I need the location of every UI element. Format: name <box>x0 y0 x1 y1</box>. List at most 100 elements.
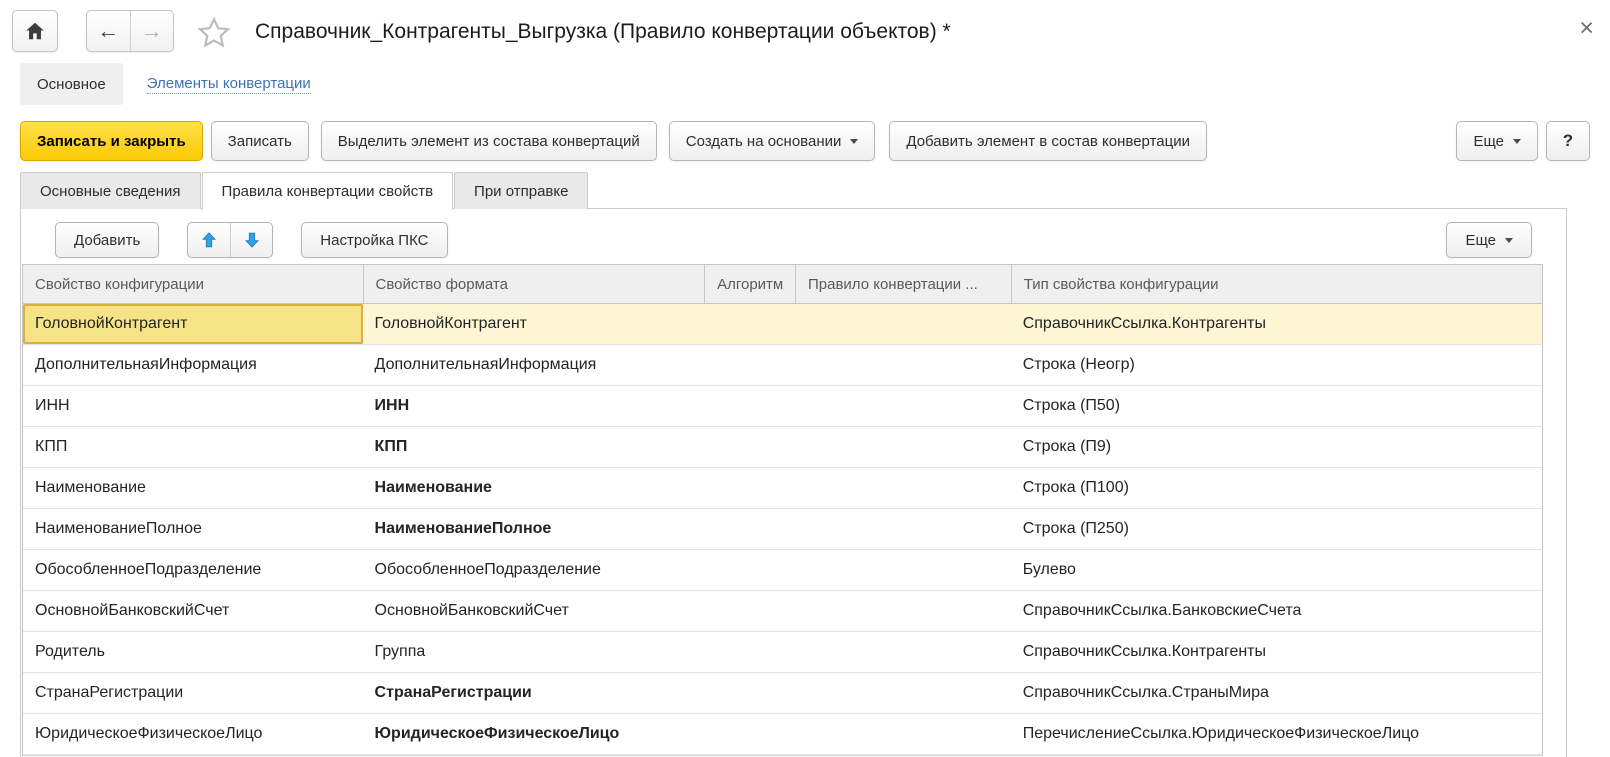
move-buttons-group <box>187 222 273 258</box>
cell-config-property-type[interactable]: СправочникСсылка.СтраныМира <box>1011 673 1542 713</box>
cell-config-property[interactable]: ОсновнойБанковскийСчет <box>23 591 363 631</box>
cell-algorithm[interactable] <box>704 550 795 590</box>
table-row[interactable]: ИНН ИНН Строка (П50) <box>23 386 1542 427</box>
cell-conversion-rule[interactable] <box>795 632 1011 672</box>
cell-format-property[interactable]: ГоловнойКонтрагент <box>363 304 705 344</box>
table-row[interactable]: СтранаРегистрации СтранаРегистрации Спра… <box>23 673 1542 714</box>
extract-element-button[interactable]: Выделить элемент из состава конвертаций <box>321 121 657 161</box>
save-and-close-button[interactable]: Записать и закрыть <box>20 121 203 161</box>
cell-algorithm[interactable] <box>704 468 795 508</box>
table-row[interactable]: ЮридическоеФизическоеЛицо ЮридическоеФиз… <box>23 714 1542 755</box>
cell-algorithm[interactable] <box>704 673 795 713</box>
cell-conversion-rule[interactable] <box>795 304 1011 344</box>
move-down-icon <box>243 231 261 249</box>
nav-main-tab[interactable]: Основное <box>20 63 123 105</box>
cell-format-property[interactable]: КПП <box>363 427 705 467</box>
cell-config-property-type[interactable]: Строка (П50) <box>1011 386 1542 426</box>
tab-general-info[interactable]: Основные сведения <box>20 172 201 209</box>
save-button[interactable]: Записать <box>211 121 309 161</box>
cell-config-property-type[interactable]: СправочникСсылка.Контрагенты <box>1011 304 1542 344</box>
cell-format-property[interactable]: Группа <box>363 632 705 672</box>
cell-format-property[interactable]: НаименованиеПолное <box>363 509 705 549</box>
add-row-button[interactable]: Добавить <box>55 222 159 258</box>
cell-algorithm[interactable] <box>704 386 795 426</box>
column-header-conversion-rule[interactable]: Правило конвертации ... <box>795 265 1011 303</box>
cell-conversion-rule[interactable] <box>795 386 1011 426</box>
move-up-icon <box>200 231 218 249</box>
cell-conversion-rule[interactable] <box>795 550 1011 590</box>
cell-format-property[interactable]: ОбособленноеПодразделение <box>363 550 705 590</box>
cell-config-property-type[interactable]: Строка (П250) <box>1011 509 1542 549</box>
cell-config-property-type[interactable]: СправочникСсылка.Контрагенты <box>1011 632 1542 672</box>
cell-conversion-rule[interactable] <box>795 345 1011 385</box>
table-row[interactable]: КПП КПП Строка (П9) <box>23 427 1542 468</box>
nav-conversion-elements-link[interactable]: Элементы конвертации <box>147 75 311 94</box>
more-button[interactable]: Еще <box>1456 121 1538 161</box>
help-button[interactable]: ? <box>1546 121 1590 161</box>
cell-conversion-rule[interactable] <box>795 591 1011 631</box>
column-header-config-property-type[interactable]: Тип свойства конфигурации <box>1011 265 1542 303</box>
cell-config-property-type[interactable]: Строка (П9) <box>1011 427 1542 467</box>
close-icon[interactable]: × <box>1579 16 1594 41</box>
cell-algorithm[interactable] <box>704 509 795 549</box>
toolbar-more-button[interactable]: Еще <box>1446 222 1532 258</box>
cell-config-property[interactable]: ГоловнойКонтрагент <box>23 304 363 344</box>
cell-algorithm[interactable] <box>704 427 795 467</box>
cell-config-property[interactable]: Родитель <box>23 632 363 672</box>
cell-config-property[interactable]: ЮридическоеФизическоеЛицо <box>23 714 363 754</box>
cell-format-property[interactable]: ОсновнойБанковскийСчет <box>363 591 705 631</box>
cell-algorithm[interactable] <box>704 345 795 385</box>
cell-format-property[interactable]: Наименование <box>363 468 705 508</box>
tab-on-send[interactable]: При отправке <box>454 172 588 209</box>
forward-button[interactable]: → <box>130 11 174 51</box>
create-based-on-button[interactable]: Создать на основании <box>669 121 876 161</box>
cell-format-property[interactable]: СтранаРегистрации <box>363 673 705 713</box>
table-row[interactable]: НаименованиеПолное НаименованиеПолное Ст… <box>23 509 1542 550</box>
cell-config-property-type[interactable]: Строка (П100) <box>1011 468 1542 508</box>
cell-format-property[interactable]: ЮридическоеФизическоеЛицо <box>363 714 705 754</box>
cell-config-property[interactable]: ОбособленноеПодразделение <box>23 550 363 590</box>
table-row[interactable]: Родитель Группа СправочникСсылка.Контраг… <box>23 632 1542 673</box>
page-title: Справочник_Контрагенты_Выгрузка (Правило… <box>255 8 951 58</box>
cell-conversion-rule[interactable] <box>795 427 1011 467</box>
cell-conversion-rule[interactable] <box>795 509 1011 549</box>
tab-property-conversion-rules[interactable]: Правила конвертации свойств <box>202 172 454 210</box>
cell-conversion-rule[interactable] <box>795 468 1011 508</box>
cell-algorithm[interactable] <box>704 591 795 631</box>
cell-conversion-rule[interactable] <box>795 714 1011 754</box>
cell-algorithm[interactable] <box>704 632 795 672</box>
home-icon <box>24 20 46 42</box>
cell-config-property-type[interactable]: ПеречислениеСсылка.ЮридическоеФизическое… <box>1011 714 1542 754</box>
dropdown-caret-icon <box>1513 139 1521 144</box>
table-row[interactable]: Наименование Наименование Строка (П100) <box>23 468 1542 509</box>
move-down-button[interactable] <box>230 223 273 257</box>
cell-config-property[interactable]: НаименованиеПолное <box>23 509 363 549</box>
table-row[interactable]: ОбособленноеПодразделение ОбособленноеПо… <box>23 550 1542 591</box>
favorites-button[interactable] <box>196 15 232 56</box>
cell-format-property[interactable]: ИНН <box>363 386 705 426</box>
table-row[interactable]: ГоловнойКонтрагент ГоловнойКонтрагент Сп… <box>23 304 1542 345</box>
table-row[interactable]: ОсновнойБанковскийСчет ОсновнойБанковски… <box>23 591 1542 632</box>
table-row[interactable]: ДополнительнаяИнформация ДополнительнаяИ… <box>23 345 1542 386</box>
cell-conversion-rule[interactable] <box>795 673 1011 713</box>
move-up-button[interactable] <box>188 223 230 257</box>
home-button[interactable] <box>12 10 58 52</box>
pks-settings-button[interactable]: Настройка ПКС <box>301 222 447 258</box>
cell-algorithm[interactable] <box>704 714 795 754</box>
back-arrow-icon: ← <box>97 20 119 42</box>
cell-config-property[interactable]: КПП <box>23 427 363 467</box>
cell-algorithm[interactable] <box>704 304 795 344</box>
cell-config-property-type[interactable]: Булево <box>1011 550 1542 590</box>
cell-config-property[interactable]: Наименование <box>23 468 363 508</box>
cell-format-property[interactable]: ДополнительнаяИнформация <box>363 345 705 385</box>
cell-config-property[interactable]: ИНН <box>23 386 363 426</box>
column-header-format-property[interactable]: Свойство формата <box>363 265 705 303</box>
cell-config-property-type[interactable]: Строка (Неогр) <box>1011 345 1542 385</box>
add-element-button[interactable]: Добавить элемент в состав конвертации <box>889 121 1207 161</box>
cell-config-property[interactable]: ДополнительнаяИнформация <box>23 345 363 385</box>
cell-config-property[interactable]: СтранаРегистрации <box>23 673 363 713</box>
back-button[interactable]: ← <box>87 11 130 51</box>
column-header-config-property[interactable]: Свойство конфигурации <box>23 265 363 303</box>
column-header-algorithm[interactable]: Алгоритм <box>704 265 795 303</box>
cell-config-property-type[interactable]: СправочникСсылка.БанковскиеСчета <box>1011 591 1542 631</box>
